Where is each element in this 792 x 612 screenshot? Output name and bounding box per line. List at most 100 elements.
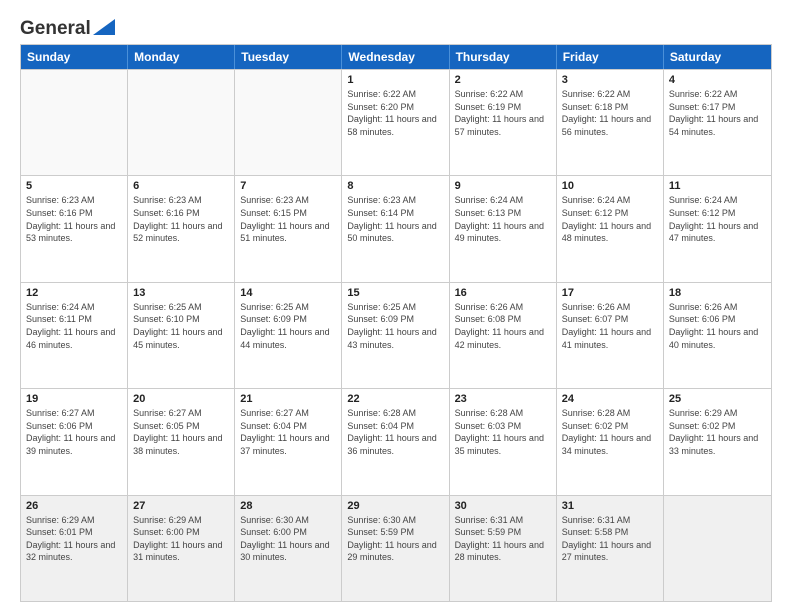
calendar-cell: [664, 496, 771, 601]
header-day-sunday: Sunday: [21, 45, 128, 69]
calendar-cell: 24 Sunrise: 6:28 AM Sunset: 6:02 PM Dayli…: [557, 389, 664, 494]
day-number: 26: [26, 500, 122, 512]
day-info: Sunrise: 6:24 AM Sunset: 6:12 PM Dayligh…: [562, 194, 658, 244]
day-number: 31: [562, 500, 658, 512]
calendar-cell: 11Sunrise: 6:24 AM Sunset: 6:12 PM Dayli…: [664, 176, 771, 281]
calendar-cell: 29 Sunrise: 6:30 AM Sunset: 5:59 PM Dayli…: [342, 496, 449, 601]
day-number: 15: [347, 287, 443, 299]
day-number: 19: [26, 393, 122, 405]
day-info: Sunrise: 6:31 AM Sunset: 5:59 PM Dayligh…: [455, 514, 551, 564]
day-number: 3: [562, 74, 658, 86]
calendar-cell: 26 Sunrise: 6:29 AM Sunset: 6:01 PM Dayli…: [21, 496, 128, 601]
header-day-friday: Friday: [557, 45, 664, 69]
calendar-cell: 10Sunrise: 6:24 AM Sunset: 6:12 PM Dayli…: [557, 176, 664, 281]
day-info: Sunrise: 6:23 AM Sunset: 6:15 PM Dayligh…: [240, 194, 336, 244]
day-info: Sunrise: 6:24 AM Sunset: 6:11 PM Dayligh…: [26, 301, 122, 351]
header-day-monday: Monday: [128, 45, 235, 69]
calendar-cell: 7 Sunrise: 6:23 AM Sunset: 6:15 PM Daylig…: [235, 176, 342, 281]
day-info: Sunrise: 6:28 AM Sunset: 6:04 PM Dayligh…: [347, 407, 443, 457]
calendar-row-1: 1 Sunrise: 6:22 AM Sunset: 6:20 PM Daylig…: [21, 69, 771, 175]
day-info: Sunrise: 6:25 AM Sunset: 6:09 PM Dayligh…: [347, 301, 443, 351]
header: General: [20, 18, 772, 36]
header-day-saturday: Saturday: [664, 45, 771, 69]
calendar-cell: 4Sunrise: 6:22 AM Sunset: 6:17 PM Daylig…: [664, 70, 771, 175]
day-number: 12: [26, 287, 122, 299]
day-info: Sunrise: 6:26 AM Sunset: 6:08 PM Dayligh…: [455, 301, 551, 351]
day-number: 7: [240, 180, 336, 192]
calendar-cell: [128, 70, 235, 175]
day-info: Sunrise: 6:25 AM Sunset: 6:10 PM Dayligh…: [133, 301, 229, 351]
day-info: Sunrise: 6:23 AM Sunset: 6:16 PM Dayligh…: [133, 194, 229, 244]
day-number: 25: [669, 393, 766, 405]
calendar-header: SundayMondayTuesdayWednesdayThursdayFrid…: [21, 45, 771, 69]
calendar-cell: 1 Sunrise: 6:22 AM Sunset: 6:20 PM Daylig…: [342, 70, 449, 175]
calendar-cell: 6 Sunrise: 6:23 AM Sunset: 6:16 PM Daylig…: [128, 176, 235, 281]
day-info: Sunrise: 6:27 AM Sunset: 6:04 PM Dayligh…: [240, 407, 336, 457]
day-info: Sunrise: 6:26 AM Sunset: 6:06 PM Dayligh…: [669, 301, 766, 351]
calendar-cell: [21, 70, 128, 175]
day-info: Sunrise: 6:29 AM Sunset: 6:02 PM Dayligh…: [669, 407, 766, 457]
calendar-cell: 30 Sunrise: 6:31 AM Sunset: 5:59 PM Dayli…: [450, 496, 557, 601]
day-number: 20: [133, 393, 229, 405]
day-info: Sunrise: 6:31 AM Sunset: 5:58 PM Dayligh…: [562, 514, 658, 564]
day-number: 13: [133, 287, 229, 299]
calendar-cell: 3 Sunrise: 6:22 AM Sunset: 6:18 PM Daylig…: [557, 70, 664, 175]
day-info: Sunrise: 6:25 AM Sunset: 6:09 PM Dayligh…: [240, 301, 336, 351]
calendar-row-5: 26 Sunrise: 6:29 AM Sunset: 6:01 PM Dayli…: [21, 495, 771, 601]
day-number: 2: [455, 74, 551, 86]
day-number: 30: [455, 500, 551, 512]
day-info: Sunrise: 6:22 AM Sunset: 6:20 PM Dayligh…: [347, 88, 443, 138]
calendar-cell: 25 Sunrise: 6:29 AM Sunset: 6:02 PM Dayli…: [664, 389, 771, 494]
day-number: 16: [455, 287, 551, 299]
day-number: 6: [133, 180, 229, 192]
day-number: 18: [669, 287, 766, 299]
day-number: 24: [562, 393, 658, 405]
day-info: Sunrise: 6:30 AM Sunset: 5:59 PM Dayligh…: [347, 514, 443, 564]
calendar-cell: 20 Sunrise: 6:27 AM Sunset: 6:05 PM Dayli…: [128, 389, 235, 494]
day-number: 1: [347, 74, 443, 86]
header-day-thursday: Thursday: [450, 45, 557, 69]
calendar-cell: 23Sunrise: 6:28 AM Sunset: 6:03 PM Dayli…: [450, 389, 557, 494]
day-number: 4: [669, 74, 766, 86]
calendar-row-3: 12 Sunrise: 6:24 AM Sunset: 6:11 PM Dayli…: [21, 282, 771, 388]
day-number: 14: [240, 287, 336, 299]
day-info: Sunrise: 6:22 AM Sunset: 6:19 PM Dayligh…: [455, 88, 551, 138]
day-info: Sunrise: 6:29 AM Sunset: 6:01 PM Dayligh…: [26, 514, 122, 564]
day-number: 11: [669, 180, 766, 192]
day-number: 27: [133, 500, 229, 512]
calendar-cell: 2 Sunrise: 6:22 AM Sunset: 6:19 PM Daylig…: [450, 70, 557, 175]
day-info: Sunrise: 6:23 AM Sunset: 6:16 PM Dayligh…: [26, 194, 122, 244]
calendar-row-2: 5 Sunrise: 6:23 AM Sunset: 6:16 PM Daylig…: [21, 175, 771, 281]
day-number: 21: [240, 393, 336, 405]
calendar-cell: 14 Sunrise: 6:25 AM Sunset: 6:09 PM Dayli…: [235, 283, 342, 388]
calendar-cell: 28 Sunrise: 6:30 AM Sunset: 6:00 PM Dayli…: [235, 496, 342, 601]
calendar-cell: 18 Sunrise: 6:26 AM Sunset: 6:06 PM Dayli…: [664, 283, 771, 388]
calendar-cell: 21 Sunrise: 6:27 AM Sunset: 6:04 PM Dayli…: [235, 389, 342, 494]
calendar-body: 1 Sunrise: 6:22 AM Sunset: 6:20 PM Daylig…: [21, 69, 771, 601]
calendar: SundayMondayTuesdayWednesdayThursdayFrid…: [20, 44, 772, 602]
calendar-cell: 16 Sunrise: 6:26 AM Sunset: 6:08 PM Dayli…: [450, 283, 557, 388]
header-day-tuesday: Tuesday: [235, 45, 342, 69]
calendar-cell: 17Sunrise: 6:26 AM Sunset: 6:07 PM Dayli…: [557, 283, 664, 388]
calendar-cell: 8 Sunrise: 6:23 AM Sunset: 6:14 PM Daylig…: [342, 176, 449, 281]
calendar-cell: 27 Sunrise: 6:29 AM Sunset: 6:00 PM Dayli…: [128, 496, 235, 601]
calendar-cell: 5 Sunrise: 6:23 AM Sunset: 6:16 PM Daylig…: [21, 176, 128, 281]
page: General SundayMondayTuesdayWednesdayThur…: [0, 0, 792, 612]
day-info: Sunrise: 6:28 AM Sunset: 6:03 PM Dayligh…: [455, 407, 551, 457]
calendar-cell: 31 Sunrise: 6:31 AM Sunset: 5:58 PM Dayli…: [557, 496, 664, 601]
day-info: Sunrise: 6:23 AM Sunset: 6:14 PM Dayligh…: [347, 194, 443, 244]
day-number: 8: [347, 180, 443, 192]
day-number: 29: [347, 500, 443, 512]
day-info: Sunrise: 6:27 AM Sunset: 6:05 PM Dayligh…: [133, 407, 229, 457]
calendar-cell: [235, 70, 342, 175]
day-number: 9: [455, 180, 551, 192]
day-number: 5: [26, 180, 122, 192]
calendar-cell: 13 Sunrise: 6:25 AM Sunset: 6:10 PM Dayli…: [128, 283, 235, 388]
day-info: Sunrise: 6:28 AM Sunset: 6:02 PM Dayligh…: [562, 407, 658, 457]
day-info: Sunrise: 6:30 AM Sunset: 6:00 PM Dayligh…: [240, 514, 336, 564]
day-number: 28: [240, 500, 336, 512]
day-info: Sunrise: 6:29 AM Sunset: 6:00 PM Dayligh…: [133, 514, 229, 564]
day-info: Sunrise: 6:22 AM Sunset: 6:18 PM Dayligh…: [562, 88, 658, 138]
calendar-cell: 12 Sunrise: 6:24 AM Sunset: 6:11 PM Dayli…: [21, 283, 128, 388]
day-number: 22: [347, 393, 443, 405]
